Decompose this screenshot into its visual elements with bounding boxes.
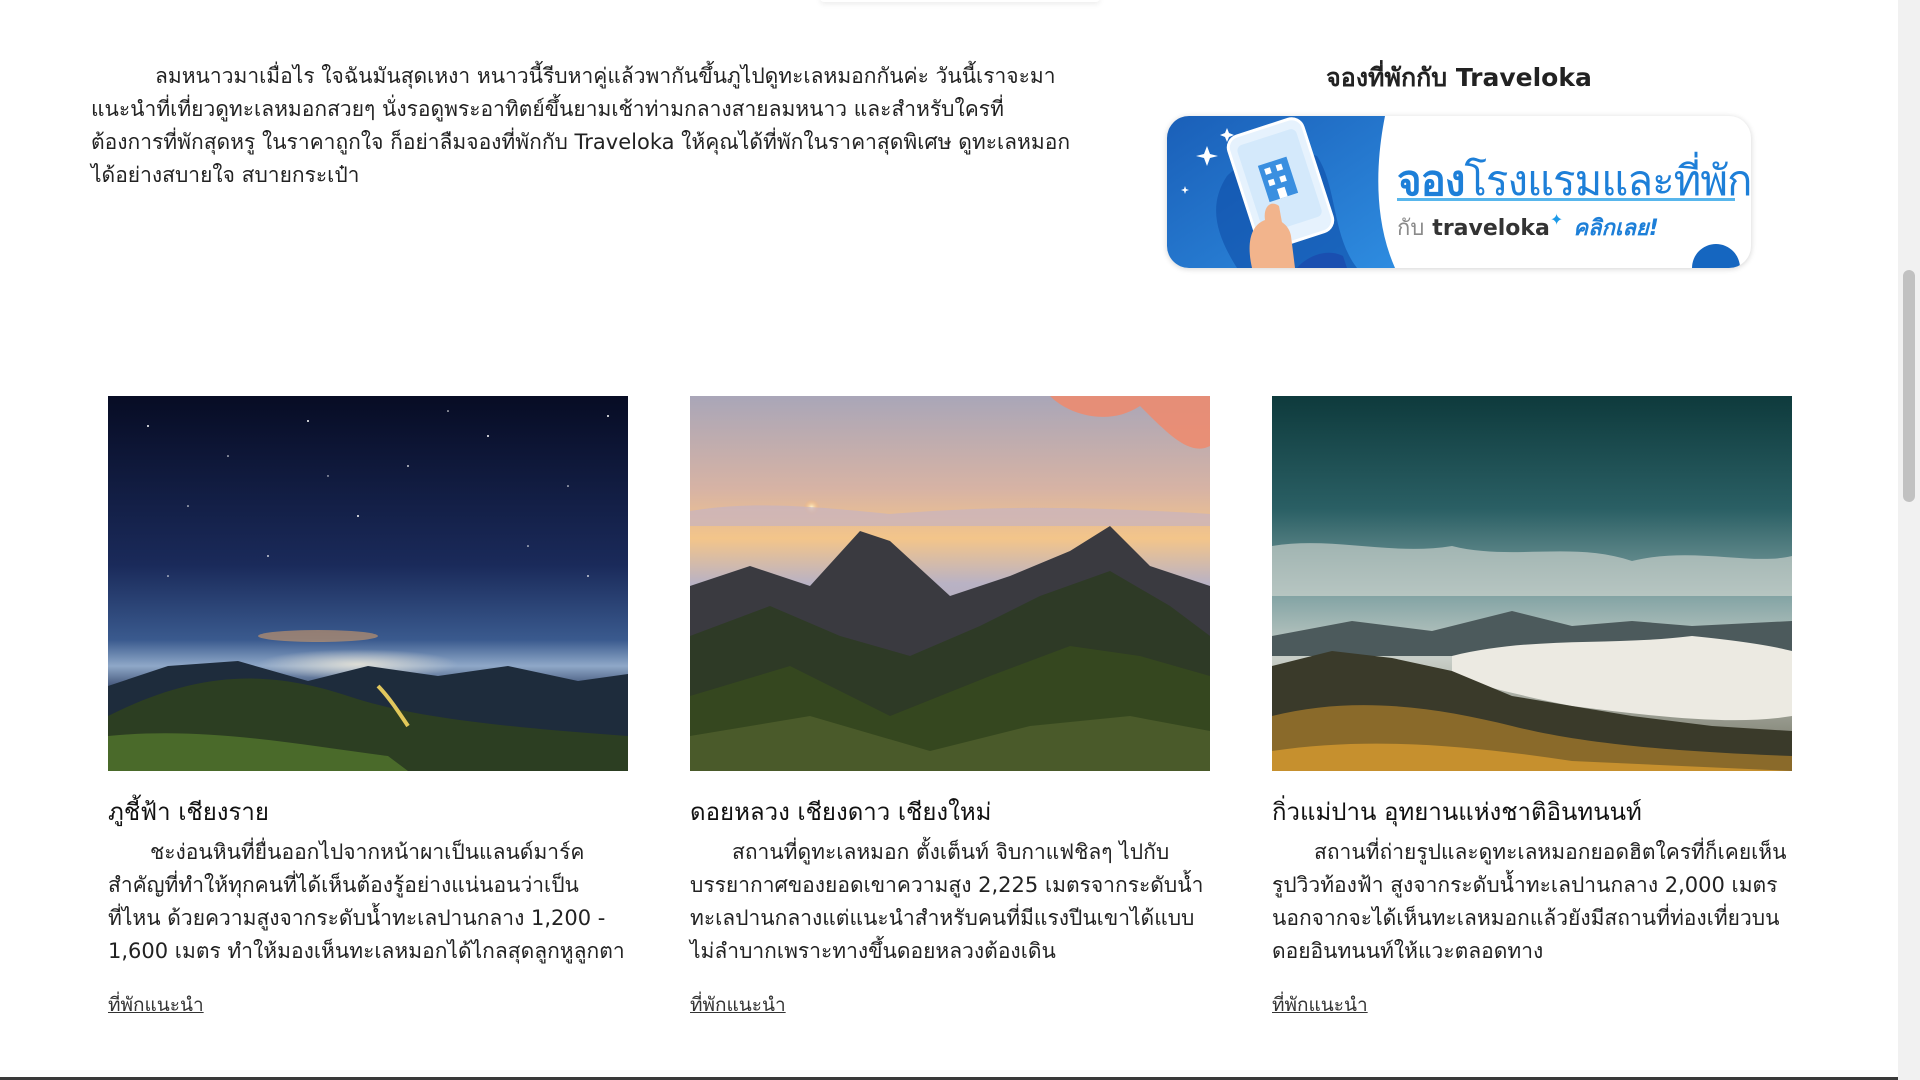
card-description: สถานที่ดูทะเลหมอก ตั้งเต็นท์ จิบกาแฟชิลๆ… bbox=[690, 840, 1204, 963]
destination-card-doi-luang: ดอยหลวง เชียงดาว เชียงใหม่ สถานที่ดูทะเล… bbox=[690, 396, 1210, 1016]
banner-cta-text: คลิกเลย! bbox=[1573, 216, 1659, 241]
page: ลมหนาวมาเมื่อไร ใจฉันมันสุดเหงา หนาวนี้ร… bbox=[0, 0, 1920, 1080]
recommended-accommodation-link[interactable]: ที่พักแนะนำ bbox=[108, 990, 204, 1020]
destination-card-phu-chi-fa: ภูชี้ฟ้า เชียงราย ชะง่อนหินที่ยื่นออกไปจ… bbox=[108, 396, 628, 1016]
card-description: สถานที่ถ่ายรูปและดูทะเลหมอกยอดฮิตใครที่ก… bbox=[1272, 840, 1787, 963]
recommended-accommodation-link[interactable]: ที่พักแนะนำ bbox=[1272, 990, 1368, 1020]
recommended-accommodation-link[interactable]: ที่พักแนะนำ bbox=[690, 990, 786, 1020]
card-title: ภูชี้ฟ้า เชียงราย bbox=[108, 798, 269, 826]
kew-mae-pan-sea-of-mist-photo[interactable] bbox=[1272, 396, 1792, 771]
banner-decor-circle bbox=[1692, 244, 1740, 268]
card-description: ชะง่อนหินที่ยื่นออกไปจากหน้าผาเป็นแลนด์ม… bbox=[108, 840, 625, 963]
top-header-edge bbox=[820, 0, 1100, 2]
traveloka-booking-banner[interactable]: จองโรงแรมและที่พัก กับ traveloka✦ คลิกเลย! bbox=[1167, 116, 1751, 268]
intro-paragraph: ลมหนาวมาเมื่อไร ใจฉันมันสุดเหงา หนาวนี้ร… bbox=[91, 64, 1071, 187]
booking-title: จองที่พักกับ Traveloka bbox=[1326, 63, 1592, 92]
banner-divider bbox=[1397, 198, 1735, 201]
phone-hotel-illustration-icon bbox=[1167, 116, 1395, 268]
doi-luang-sunrise-photo[interactable] bbox=[690, 396, 1210, 771]
banner-with-text: กับ bbox=[1397, 216, 1425, 241]
traveloka-logo-text: traveloka bbox=[1432, 216, 1550, 241]
traveloka-bird-icon: ✦ bbox=[1549, 210, 1564, 229]
card-title: ดอยหลวง เชียงดาว เชียงใหม่ bbox=[690, 798, 992, 826]
destination-card-kew-mae-pan: กิ่วแม่ปาน อุทยานแห่งชาติอินทนนท์ สถานที… bbox=[1272, 396, 1792, 1016]
vertical-scrollbar[interactable] bbox=[1898, 0, 1920, 1080]
banner-headline: จองโรงแรมและที่พัก bbox=[1397, 148, 1751, 214]
card-title: กิ่วแม่ปาน อุทยานแห่งชาติอินทนนท์ bbox=[1272, 798, 1642, 826]
scrollbar-thumb[interactable] bbox=[1903, 270, 1915, 502]
phu-chi-fa-night-photo[interactable] bbox=[108, 396, 628, 771]
banner-subline: กับ traveloka✦ คลิกเลย! bbox=[1397, 210, 1659, 245]
